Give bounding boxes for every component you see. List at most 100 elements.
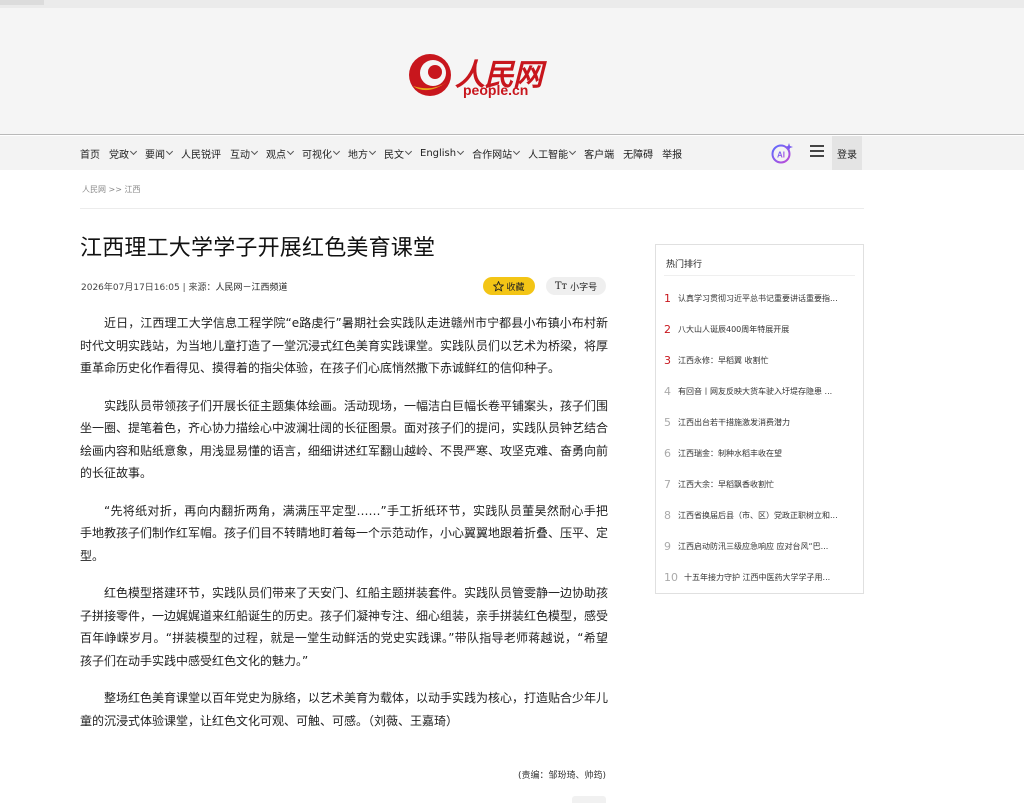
favorite-label: 收藏 — [506, 282, 525, 293]
hot-ranking-list: 1 认真学习贯彻习近平总书记重要讲话重要指... 2 八大山人诞辰400周年特展开展 3… — [664, 283, 857, 593]
nav-item[interactable]: 地方 — [348, 146, 377, 161]
back-to-top-stub[interactable] — [572, 796, 606, 803]
article-paragraph: 近日，江西理工大学信息工程学院“e路虔行”暑期社会实践队走进赣州市宁都县小布镇小… — [80, 316, 609, 375]
hot-ranking-item[interactable]: 5 江西出台若干措施激发消费潜力 — [664, 407, 857, 438]
logo-english-text: people.cn — [463, 82, 529, 98]
article-paragraph: 红色模型搭建环节，实践队员们带来了天安门、红船主题拼装套件。实践队员管雯静一边协… — [80, 586, 609, 668]
chevron-down-icon — [368, 147, 377, 156]
hot-ranking-item[interactable]: 4 有回音丨网友反映大货车驶入圩堤存隐患 ... — [664, 376, 857, 407]
hot-ranking-number: 6 — [664, 447, 671, 460]
nav-item-label: 观点 — [266, 149, 286, 161]
hot-ranking-title: 有回音丨网友反映大货车驶入圩堤存隐患 ... — [678, 387, 833, 396]
publish-date: 2026年07月17日16:05 | 来源： — [81, 283, 216, 293]
chevron-down-icon — [404, 147, 413, 156]
nav-item-label: 可视化 — [302, 149, 332, 161]
hot-ranking-number: 4 — [664, 385, 671, 398]
chevron-down-icon — [129, 147, 138, 156]
article-paragraph: “先将纸对折，再向内翻折两角，满满压平定型……”手工折纸环节，实践队员董昊然耐心… — [80, 503, 609, 563]
nav-item[interactable]: English — [420, 147, 465, 159]
login-button[interactable]: 登录 — [832, 136, 862, 170]
main-navigation: 首页 党政 要闻 人民锐评 互动 观点 可视化 地方 民文 English 合作网站 人工智能 客户端无… — [0, 136, 1024, 170]
hot-ranking-item[interactable]: 7 江西大余：早稻飘香收割忙 — [664, 469, 857, 500]
nav-item[interactable]: 要闻 — [145, 146, 174, 161]
nav-item[interactable]: 党政 — [109, 146, 138, 161]
hot-ranking-title: 江西出台若干措施激发消费潜力 — [678, 418, 790, 427]
article-source-link[interactable]: 人民网－江西频道 — [216, 283, 288, 293]
chevron-down-icon — [332, 147, 341, 156]
favorite-button[interactable]: 收藏 — [483, 277, 535, 295]
chevron-down-icon — [286, 147, 295, 156]
nav-item[interactable]: 民文 — [384, 146, 413, 161]
font-size-icon: Tт — [554, 280, 568, 292]
nav-item[interactable]: 人民锐评 — [181, 146, 221, 161]
article-meta: 2026年07月17日16:05 | 来源：人民网－江西频道 — [81, 280, 288, 293]
hot-ranking-number: 10 — [664, 571, 678, 584]
hot-ranking-item[interactable]: 10 十五年接力守护 江西中医药大学学子用... — [664, 562, 857, 593]
nav-item-label: 地方 — [348, 149, 368, 161]
hot-ranking-divider — [664, 275, 855, 276]
font-size-label: 小字号 — [570, 282, 598, 293]
chevron-down-icon — [569, 147, 577, 156]
svg-text:AI: AI — [777, 151, 785, 160]
nav-item-label: 合作网站 — [472, 149, 513, 161]
logo-emblem-icon — [409, 54, 451, 96]
nav-item-label: 要闻 — [145, 149, 165, 161]
nav-item[interactable]: 客户端 — [584, 146, 614, 161]
nav-item-label: 互动 — [230, 149, 250, 161]
article-paragraph: 实践队员带领孩子们开展长征主题集体绘画。活动现场，一幅洁白巨幅长卷平铺案头，孩子… — [80, 398, 609, 481]
chevron-down-icon — [457, 147, 465, 156]
hot-ranking-item[interactable]: 2 八大山人诞辰400周年特展开展 — [664, 314, 857, 345]
breadcrumb-divider — [80, 208, 864, 209]
hamburger-menu-icon[interactable] — [810, 145, 824, 159]
hot-ranking-title: 江西永修：早稻翼 收割忙 — [678, 356, 769, 365]
chevron-down-icon — [250, 147, 259, 156]
browser-top-strip — [0, 0, 1024, 8]
nav-item-label: 客户端 — [584, 149, 615, 161]
nav-item[interactable]: 互动 — [230, 146, 259, 161]
breadcrumb[interactable]: 人民网 >> 江西 — [82, 184, 141, 195]
hot-ranking-item[interactable]: 9 江西启动防汛三级应急响应 应对台风“巴... — [664, 531, 857, 562]
font-size-button[interactable]: Tт 小字号 — [546, 277, 606, 295]
hot-ranking-panel: 热门排行 1 认真学习贯彻习近平总书记重要讲话重要指... 2 八大山人诞辰400周年… — [655, 244, 864, 594]
nav-item-label: 人工智能 — [528, 149, 569, 161]
hot-ranking-number: 2 — [664, 323, 671, 336]
people-cn-logo[interactable]: 人民网 people.cn — [407, 50, 547, 110]
article-body: 近日，江西理工大学信息工程学院“e路虔行”暑期社会实践队走进赣州市宁都县小布镇小… — [80, 312, 608, 747]
nav-item-label: 无障碍 — [623, 149, 654, 161]
hot-ranking-number: 7 — [664, 478, 671, 491]
article-title: 江西理工大学学子开展红色美育课堂 — [80, 236, 436, 261]
hot-ranking-title: 江西省换届后县（市、区）党政正职树立和... — [678, 511, 838, 520]
hot-ranking-item[interactable]: 3 江西永修：早稻翼 收割忙 — [664, 345, 857, 376]
nav-item-label: 党政 — [109, 149, 129, 161]
nav-item-label: 人民锐评 — [181, 149, 221, 161]
nav-item-label: 举报 — [662, 149, 683, 161]
nav-item[interactable]: 无障碍 — [623, 146, 653, 161]
nav-item-label: English — [420, 147, 457, 159]
hot-ranking-item[interactable]: 1 认真学习贯彻习近平总书记重要讲话重要指... — [664, 283, 857, 314]
nav-item[interactable]: 可视化 — [302, 146, 341, 161]
hot-ranking-title: 江西启动防汛三级应急响应 应对台风“巴... — [678, 542, 829, 551]
nav-item-label: 民文 — [384, 149, 404, 161]
hot-ranking-title: 十五年接力守护 江西中医药大学学子用... — [684, 573, 831, 582]
hot-ranking-item[interactable]: 8 江西省换届后县（市、区）党政正职树立和... — [664, 500, 857, 531]
ai-sparkle-icon[interactable]: AI — [770, 142, 794, 164]
nav-item[interactable]: 合作网站 — [472, 146, 521, 161]
hot-ranking-number: 3 — [664, 354, 671, 367]
nav-item[interactable]: 人工智能 — [528, 146, 577, 161]
hot-ranking-number: 9 — [664, 540, 671, 553]
hot-ranking-number: 8 — [664, 509, 671, 522]
star-icon — [493, 280, 505, 292]
chevron-down-icon — [513, 147, 521, 156]
hot-ranking-title: 江西瑞金：制种水稻丰收在望 — [678, 449, 782, 458]
hot-ranking-item[interactable]: 6 江西瑞金：制种水稻丰收在望 — [664, 438, 857, 469]
nav-item[interactable]: 举报 — [662, 146, 682, 161]
article-paragraph: 整场红色美育课堂以百年党史为脉络，以艺术美育为载体，以动手实践为核心，打造贴合少… — [80, 691, 609, 728]
nav-item[interactable]: 观点 — [266, 146, 295, 161]
hot-ranking-title: 江西大余：早稻飘香收割忙 — [678, 480, 774, 489]
hot-ranking-title: 认真学习贯彻习近平总书记重要讲话重要指... — [678, 294, 838, 303]
nav-items: 首页 党政 要闻 人民锐评 互动 观点 可视化 地方 民文 English 合作网站 人工智能 客户端无… — [80, 136, 691, 170]
hot-ranking-heading: 热门排行 — [666, 260, 703, 270]
hot-ranking-number: 5 — [664, 416, 671, 429]
nav-item[interactable]: 首页 — [80, 146, 100, 161]
masthead: 人民网 people.cn — [0, 8, 1024, 135]
